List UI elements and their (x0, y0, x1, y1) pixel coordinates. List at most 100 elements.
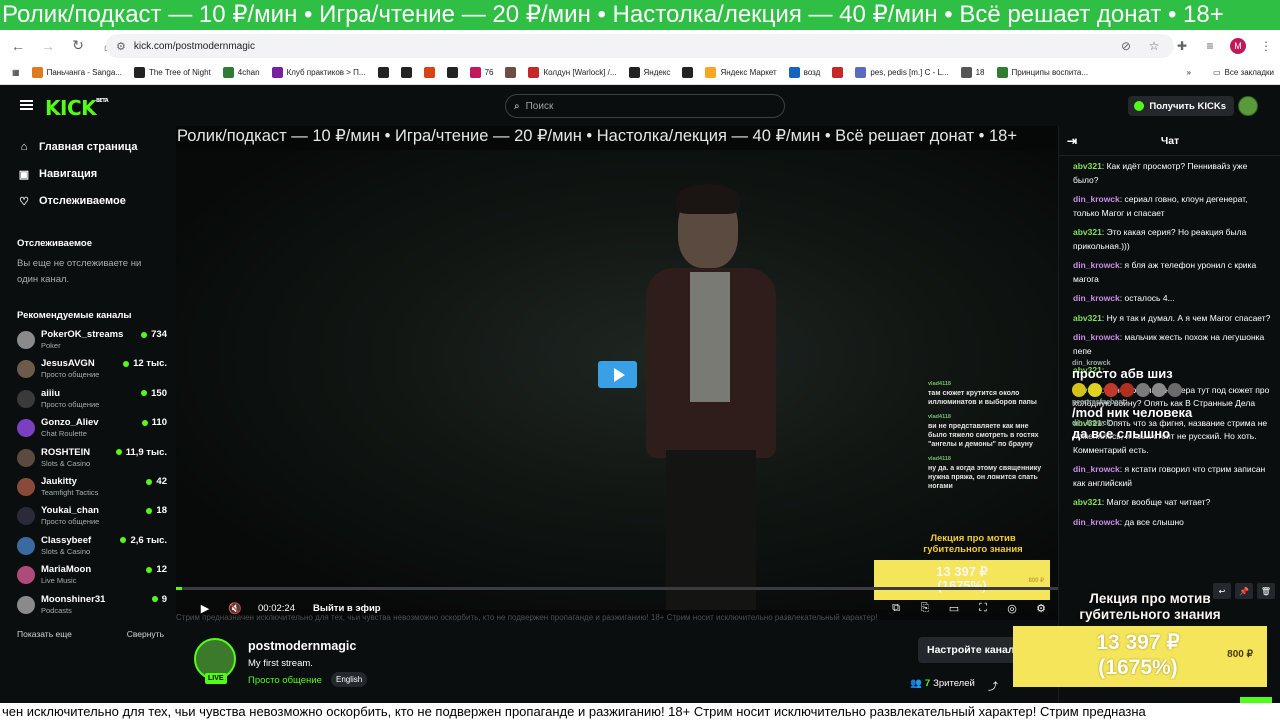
address-bar[interactable]: ⚙ kick.com/postmodernmagic (106, 34, 1174, 58)
bookmark-item[interactable] (682, 67, 694, 78)
menu-icon[interactable] (20, 100, 33, 110)
overlay-chat-text: ви не представляете как мне было тяжело … (928, 423, 1039, 448)
browse-icon: ▣ (18, 168, 30, 181)
chat-username[interactable]: din_krowck (1073, 293, 1120, 303)
channel-name-small: MariaMoon (41, 564, 92, 576)
bookmark-item[interactable]: pes, pedis [m.] C - L... (855, 67, 949, 78)
bookmark-item[interactable] (400, 67, 412, 78)
sidebar-nav-item[interactable]: ▣ Навигация (18, 168, 97, 181)
language-tag[interactable]: English (331, 672, 368, 687)
bookmark-item[interactable]: Яндекс Маркет (705, 67, 777, 78)
recommended-channel[interactable]: Youkai_chan Просто общение 18 (17, 505, 167, 530)
site-info-icon[interactable]: ⚙ (116, 40, 126, 53)
folder-icon: ▭ (1212, 68, 1221, 77)
bookmark-favicon-icon (377, 67, 389, 78)
channel-viewers: 150 (141, 388, 167, 399)
channel-name[interactable]: postmodernmagic (248, 639, 356, 653)
bookmark-item[interactable]: возд (788, 67, 820, 78)
channel-avatar-small (17, 360, 35, 379)
seek-bar[interactable] (176, 587, 1058, 590)
collapse-link[interactable]: Свернуть (127, 629, 164, 639)
bookmark-item[interactable]: Принципы воспита... (996, 67, 1088, 78)
chat-header: ⇥ Чат (1059, 126, 1280, 156)
bookmark-favicon-icon (423, 67, 435, 78)
extensions-icon[interactable]: ✚ (1174, 38, 1190, 54)
more-bookmarks-icon[interactable]: » (1187, 68, 1191, 77)
chat-username[interactable]: din_krowck (1073, 194, 1120, 204)
forward-icon[interactable]: → (36, 34, 60, 58)
recommended-channel[interactable]: JesusAVGN Просто общение 12 тыс. (17, 358, 167, 383)
chat-username[interactable]: abv321 (1073, 497, 1102, 507)
menu-dots-icon[interactable]: ⋮ (1258, 38, 1274, 54)
chat-username[interactable]: din_krowck (1073, 332, 1120, 342)
profile-avatar[interactable]: M (1230, 38, 1246, 54)
donation-percent-large: (1675%) (1098, 656, 1178, 679)
bookmark-item[interactable]: Колдун [Warlock] /... (528, 67, 617, 78)
bookmark-item[interactable] (377, 67, 389, 78)
chat-username[interactable]: abv321 (1073, 227, 1102, 237)
bookmark-item[interactable] (505, 67, 517, 78)
video-player[interactable]: Ролик/подкаст — 10 ₽/мин • Игра/чтение —… (176, 126, 1058, 620)
overlay-chat-user: vlad4118 (928, 414, 951, 420)
search-icon: ⌕ (514, 100, 520, 112)
get-kicks-button[interactable]: Получить KICKs (1128, 96, 1234, 116)
channel-avatar-small (17, 389, 35, 408)
apps-icon[interactable]: ▦ (12, 68, 20, 77)
bookmark-item[interactable] (832, 67, 844, 78)
recommended-channel[interactable]: Jaukitty Teamfight Tactics 42 (17, 476, 167, 501)
back-icon[interactable]: ← (6, 34, 30, 58)
chat-username[interactable]: abv321 (1073, 161, 1102, 171)
bookmark-favicon-icon (446, 67, 458, 78)
big-play-button[interactable] (598, 361, 637, 388)
bookmark-item[interactable]: 18 (960, 67, 985, 78)
reload-icon[interactable]: ↻ (66, 34, 90, 58)
bookmark-star-icon[interactable]: ☆ (1146, 38, 1162, 54)
category-link[interactable]: Просто общение (248, 675, 322, 686)
recommended-channel[interactable]: MariaMoon Live Music 12 (17, 564, 167, 589)
recommended-channel[interactable]: PokerOK_streams Poker 734 (17, 329, 167, 354)
channel-viewers: 11,9 тыс. (115, 447, 167, 458)
home-icon: ⌂ (20, 141, 28, 153)
chat-message: din_krowck: я бля аж телефон уронил с кр… (1073, 259, 1273, 286)
bookmark-item[interactable]: Яндекс (628, 67, 670, 78)
bookmark-item[interactable] (446, 67, 458, 78)
show-more-link[interactable]: Показать еще (17, 629, 72, 639)
eye-off-icon[interactable]: ⊘ (1118, 38, 1134, 54)
bookmark-label: pes, pedis [m.] C - L... (870, 68, 949, 77)
share-icon[interactable]: ⤴ (988, 678, 998, 693)
donation-goal-label: Лекция про мотив губительного знания (923, 533, 1023, 555)
chat-username[interactable]: din_krowck (1073, 464, 1120, 474)
chat-username[interactable]: din_krowck (1073, 517, 1120, 527)
bookmark-item[interactable]: The Tree of Night (133, 67, 211, 78)
bookmark-item[interactable]: Паньчанга - Sanga... (31, 67, 122, 78)
sidebar-nav-item[interactable]: ⌂ Главная страница (18, 141, 138, 153)
channel-viewers-count: 2,6 тыс. (130, 534, 167, 546)
collapse-chat-icon[interactable]: ⇥ (1067, 126, 1077, 156)
bookmark-favicon-icon (705, 67, 717, 78)
chat-username[interactable]: abv321 (1073, 313, 1102, 323)
live-dot-icon (123, 360, 130, 367)
chat-message: abv321: Ну я так и думал. А я чем Магог … (1073, 312, 1273, 326)
chat-username[interactable]: din_krowck (1073, 260, 1120, 270)
bookmark-item[interactable]: 76 (469, 67, 493, 78)
channel-viewers-count: 734 (151, 329, 167, 340)
delete-icon[interactable]: 🗑 (1257, 583, 1275, 599)
search-input[interactable]: ⌕ Поиск (505, 94, 785, 118)
bookmark-item[interactable] (423, 67, 435, 78)
bookmarks-bar: ▦ Паньчанга - Sanga... The Tree of Night 4… (0, 61, 1280, 85)
recommended-channel[interactable]: Classybeef Slots & Casino 2,6 тыс. (17, 535, 167, 560)
bookmark-item[interactable]: Клуб практиков > П... (271, 67, 366, 78)
user-avatar[interactable] (1238, 96, 1258, 116)
recommended-channel[interactable]: Gonzo_Aliev Chat Roulette 110 (17, 417, 167, 442)
bookmark-item[interactable]: 4chan (222, 67, 260, 78)
kick-logo[interactable]: KICK BETA (45, 96, 109, 120)
bookmark-favicon-icon (133, 67, 145, 78)
go-live-button[interactable]: Выйти в эфир (313, 603, 381, 614)
sidebar-nav-item[interactable]: ♡ Отслеживаемое (18, 195, 126, 208)
all-bookmarks[interactable]: Все закладки (1225, 68, 1274, 77)
channel-name-small: ROSHTEIN (41, 446, 91, 458)
recommended-channel[interactable]: ROSHTEIN Slots & Casino 11,9 тыс. (17, 447, 167, 472)
media-icon[interactable]: ≡ (1202, 38, 1218, 54)
recommended-channel[interactable]: Moonshiner31 Podcasts 9 (17, 594, 167, 619)
recommended-channel[interactable]: aiiiu Просто общение 150 (17, 388, 167, 413)
